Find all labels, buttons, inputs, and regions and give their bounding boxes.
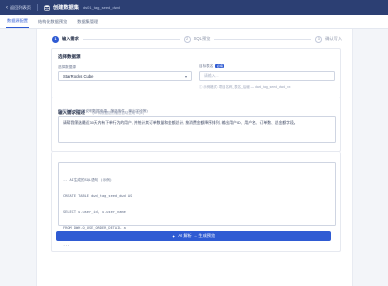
header-divider <box>36 4 38 11</box>
target-table-placeholder: 请输入... <box>204 73 219 78</box>
step-3: 3 确认写入 <box>315 35 343 43</box>
required-tag: 必填 <box>215 64 225 68</box>
datasource-select[interactable]: StarRocks Cube ▾ <box>58 71 192 81</box>
stepper: 1 输入需求 2 SQL预览 3 确认写入 <box>52 35 342 43</box>
tab-preview[interactable]: 结构化数据预览 <box>37 19 68 28</box>
sql-line: SELECT u.user_id, u.user_name <box>63 210 126 215</box>
target-table-input[interactable]: 请输入... <box>199 71 335 81</box>
sql-line: -- AI生成的SQL语句 (示例) <box>63 177 112 182</box>
page-title: 创建数据集 <box>52 5 79 11</box>
tab-bar: 数据源配置 结构化数据预览 数据集管理 <box>0 15 388 29</box>
sql-line: ... <box>63 242 70 247</box>
target-table-label-text: 目标表名 <box>199 64 214 68</box>
main-card: 1 输入需求 2 SQL预览 3 确认写入 选择数据源 选择数据源 StarRo… <box>36 29 353 286</box>
step-connector <box>214 38 312 40</box>
target-table-label: 目标表名 必填 <box>199 64 225 69</box>
chevron-left-icon: ‹ <box>6 4 8 11</box>
step-3-number: 3 <box>315 35 323 43</box>
page-subtitle: ds01_tag_seed_dwd <box>82 5 120 10</box>
step-3-label: 确认写入 <box>325 36 343 41</box>
requirement-textarea[interactable]: 请帮我筛选最近30天内有下单行为的用户, 并统计其订单数量和金额总计, 按消费金… <box>58 116 336 143</box>
step-1: 1 输入需求 <box>52 35 79 43</box>
sparkle-icon: ✦ <box>171 233 176 239</box>
step-2-label: SQL预览 <box>193 36 211 41</box>
generate-preview-label: AI 解析 → 生成预览 <box>178 233 216 238</box>
step-2-number: 2 <box>183 35 191 43</box>
back-link[interactable]: ‹ 返回列表页 <box>6 5 31 11</box>
requirement-label: 需求描述 (请尽量说明数据来源、筛选条件、输出字段等) <box>58 109 148 113</box>
app-header: ‹ 返回列表页 创建数据集 ds01_tag_seed_dwd <box>0 0 388 15</box>
step-1-label: 输入需求 <box>62 36 79 41</box>
step-2: 2 SQL预览 <box>183 35 211 43</box>
chevron-down-icon: ▾ <box>184 73 187 79</box>
back-label: 返回列表页 <box>10 4 31 10</box>
tab-datasource[interactable]: 数据源配置 <box>6 18 29 28</box>
sql-editor[interactable]: -- AI生成的SQL语句 (示例) CREATE TABLE dwd_tag_… <box>58 162 336 247</box>
database-icon <box>44 4 50 11</box>
step-1-number: 1 <box>52 35 59 43</box>
generate-preview-button[interactable]: ✦ AI 解析 → 生成预览 <box>56 231 331 241</box>
tab-dataset-manage[interactable]: 数据集管理 <box>76 19 99 28</box>
target-table-hint: ⓘ 示例格式: 项目名称_表名_后缀 — dwd_tag_seed_dwd_xx <box>199 84 337 89</box>
datasource-select-value: StarRocks Cube <box>63 73 94 79</box>
requirement-section: 输入需求描述 (AI 将根据您的描述自动生成 SQL) 需求描述 (请尽量说明数… <box>51 97 341 152</box>
step-connector <box>82 38 180 40</box>
datasource-section-title: 选择数据源 <box>58 54 81 59</box>
datasource-label: 选择数据源 <box>58 65 76 69</box>
sql-line: CREATE TABLE dwd_tag_seed_dwd AS <box>63 194 133 199</box>
target-table-hint-text: 示例格式: 项目名称_表名_后缀 — dwd_tag_seed_dwd_xx <box>203 85 291 89</box>
